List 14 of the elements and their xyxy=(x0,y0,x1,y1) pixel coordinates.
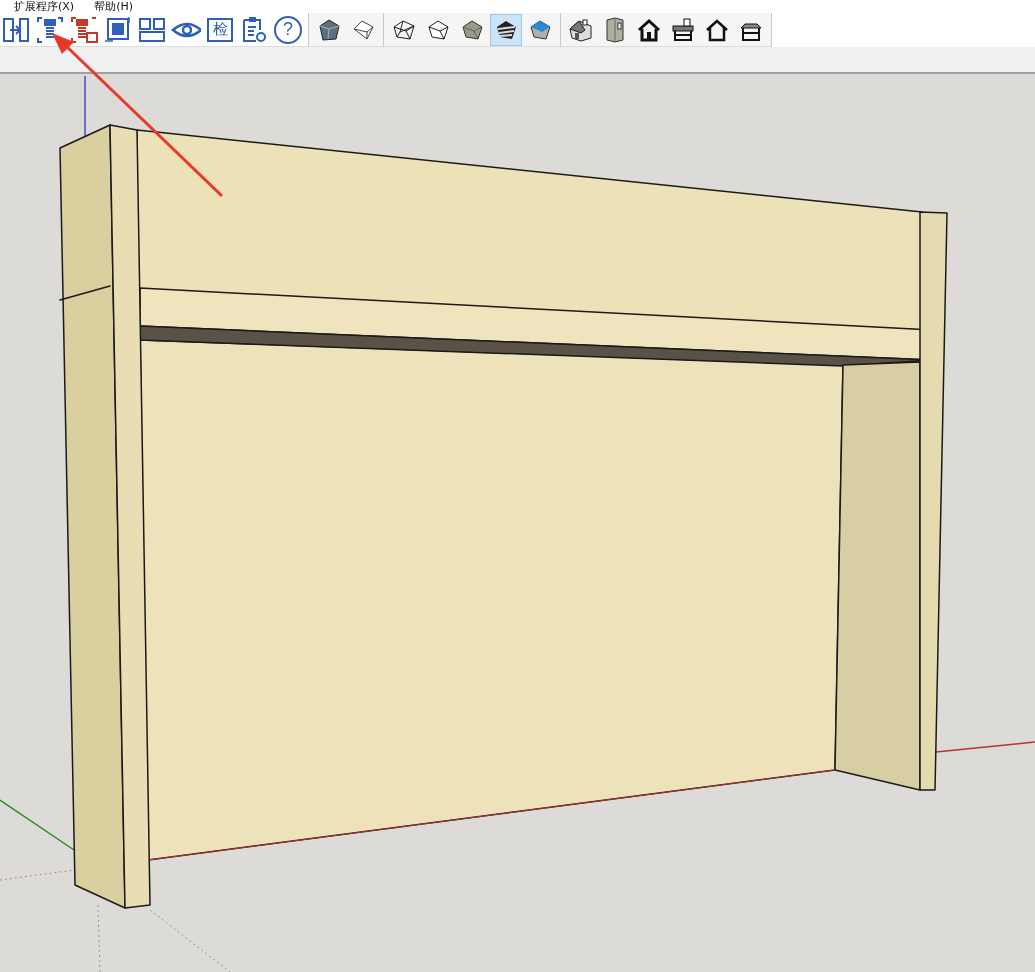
panels-icon xyxy=(137,15,167,44)
house-icon xyxy=(636,16,662,43)
report-icon xyxy=(240,15,268,44)
house-top-icon xyxy=(669,16,697,43)
menu-item[interactable]: 扩展程序(X) xyxy=(14,0,75,13)
door-icon xyxy=(1,15,31,44)
screw-delete-icon xyxy=(70,15,98,44)
model-viewport[interactable] xyxy=(0,74,1035,972)
menu-item[interactable]: 帮助(H) xyxy=(94,0,133,13)
house-icon xyxy=(567,16,595,43)
cabinet-drawing[interactable] xyxy=(59,124,948,909)
toolbar-button[interactable] xyxy=(490,13,522,46)
frame-icon xyxy=(104,15,132,44)
screw-icon xyxy=(36,15,64,44)
